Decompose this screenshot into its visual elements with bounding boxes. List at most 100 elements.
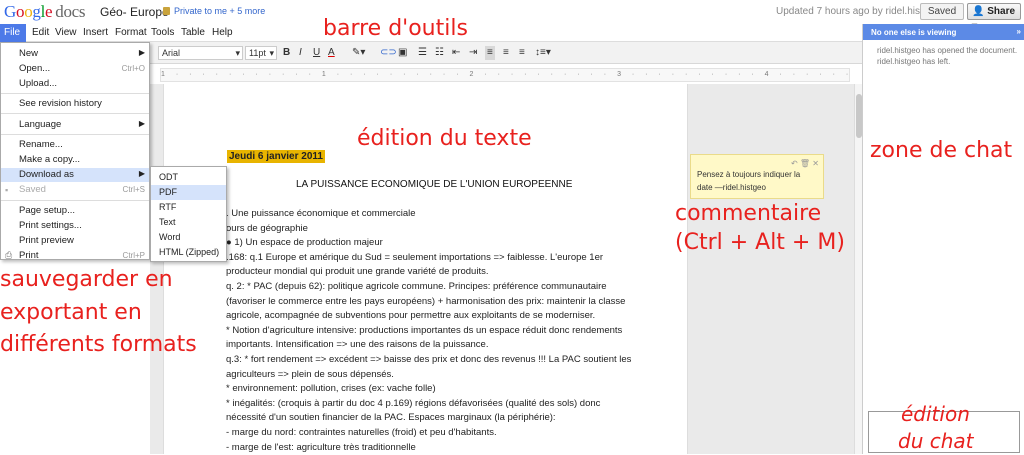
chevron-down-icon: ▾ — [235, 47, 240, 59]
menu-table[interactable]: Table — [181, 27, 205, 38]
doc-line: agricole, acompagnée de subventions pour… — [226, 309, 631, 324]
document-scrollbar[interactable] — [854, 84, 862, 454]
doc-line: ● 1) Un espace de production majeur — [226, 236, 631, 251]
share-button[interactable]: 👤 Share ▾ — [967, 3, 1021, 20]
top-bar: Googledocs Géo- Europe Private to me + 5… — [0, 0, 1024, 24]
menu-tools[interactable]: Tools — [151, 27, 174, 38]
download-pdf[interactable]: PDF — [159, 187, 177, 197]
menu-item-print-preview[interactable]: Print preview — [19, 235, 74, 246]
menu-divider — [1, 93, 149, 94]
highlight-color-icon[interactable]: ✎▾ — [352, 46, 365, 60]
google-docs-logo[interactable]: Googledocs — [4, 2, 85, 22]
doc-line: nécessité d'un soutien financier de la P… — [226, 411, 631, 426]
logo-docs: docs — [55, 2, 85, 21]
submenu-arrow-icon: ▶ — [139, 48, 145, 57]
menu-item-saved: Saved — [19, 184, 46, 195]
document-body[interactable]: . Une puissance économique et commercial… — [226, 207, 631, 455]
date-day: Jeudi — [229, 151, 255, 162]
bulleted-list-icon[interactable]: ☷ — [435, 46, 444, 60]
link-icon[interactable]: ⊂⊃ — [380, 46, 397, 60]
menu-view[interactable]: View — [55, 27, 77, 38]
bold-button[interactable]: B — [283, 46, 290, 60]
align-right-icon[interactable]: ≡ — [519, 46, 525, 60]
font-size-value: 11pt — [249, 48, 266, 58]
menu-item-upload[interactable]: Upload... — [19, 78, 57, 89]
italic-button[interactable]: I — [299, 46, 302, 60]
menu-format[interactable]: Format — [115, 27, 147, 38]
annotation-toolbar: barre d'outils — [323, 18, 468, 40]
trash-icon[interactable]: 🗑 — [800, 159, 810, 168]
privacy-label: Private to me + 5 more — [174, 6, 265, 16]
chat-message: ridel.histgeo has left. — [877, 56, 1017, 67]
ruler-numbers: 1 · · · · · · · · · · · 1 · · · · · · · … — [161, 71, 849, 78]
close-icon[interactable]: ✕ — [812, 159, 819, 168]
reply-icon[interactable]: ↶ — [791, 159, 798, 168]
font-size-select[interactable]: 11pt▾ — [245, 46, 277, 60]
menu-divider — [1, 113, 149, 114]
saved-button[interactable]: Saved — [920, 3, 964, 20]
annotation-chat-edit-1: édition — [901, 404, 970, 424]
annotation-comment-shortcut: (Ctrl + Alt + M) — [675, 232, 845, 254]
menu-item-open[interactable]: Open... — [19, 63, 50, 74]
logo-letter: G — [4, 2, 16, 21]
chat-panel: No one else is viewing» ridel.histgeo ha… — [862, 24, 1024, 454]
download-html-zipped[interactable]: HTML (Zipped) — [159, 247, 219, 257]
menu-item-print[interactable]: Print — [19, 250, 39, 261]
last-updated: Updated 7 hours ago by ridel.histgeo — [776, 6, 939, 17]
chat-message: ridel.histgeo has opened the document. — [877, 45, 1017, 56]
print-shortcut: Ctrl+P — [123, 251, 145, 260]
menu-item-download-as[interactable]: Download as — [19, 169, 74, 180]
align-center-icon[interactable]: ≡ — [503, 46, 509, 60]
download-odt[interactable]: ODT — [159, 172, 178, 182]
doc-line: (favoriser le commerce entre les pays eu… — [226, 295, 631, 310]
download-rtf[interactable]: RTF — [159, 202, 176, 212]
chat-header: No one else is viewing» — [863, 24, 1024, 40]
doc-title[interactable]: Géo- Europe — [100, 5, 169, 19]
users-icon: 👤 — [972, 6, 984, 17]
annotation-save-2: exportant en — [0, 302, 142, 324]
doc-line: . Une puissance économique et commercial… — [226, 207, 631, 222]
collapse-icon[interactable]: » — [1017, 27, 1021, 36]
doc-line: * inégalités: (croquis à partir du doc 4… — [226, 397, 631, 412]
download-word[interactable]: Word — [159, 232, 180, 242]
logo-letter: g — [32, 2, 40, 21]
line-spacing-icon[interactable]: ↕≡▾ — [535, 46, 551, 60]
download-submenu: ODT PDF RTF Text Word HTML (Zipped) — [150, 166, 227, 262]
menu-edit[interactable]: Edit — [32, 27, 49, 38]
comment-text: Pensez à toujours indiquer la date —ride… — [697, 168, 817, 194]
menu-item-rename[interactable]: Rename... — [19, 139, 63, 150]
open-shortcut: Ctrl+O — [122, 64, 145, 73]
font-select[interactable]: Arial▾ — [158, 46, 243, 60]
document-heading: LA PUISSANCE ECONOMIQUE DE L'UNION EUROP… — [296, 179, 572, 190]
menu-insert[interactable]: Insert — [83, 27, 108, 38]
document-date: Jeudi 6 janvier 2011 — [227, 150, 325, 163]
menu-item-print-settings[interactable]: Print settings... — [19, 220, 82, 231]
doc-line: q.3: * fort rendement => excédent => bai… — [226, 353, 631, 368]
text-color-button[interactable]: A — [328, 46, 335, 60]
menu-divider — [1, 200, 149, 201]
menu-item-revision-history[interactable]: See revision history — [19, 98, 102, 109]
doc-line: producteur mondial qui produit une grand… — [226, 265, 631, 280]
ruler[interactable]: 1 · · · · · · · · · · · 1 · · · · · · · … — [160, 68, 850, 82]
decrease-indent-icon[interactable]: ⇤ — [452, 46, 460, 60]
comment-box[interactable]: ↶ 🗑 ✕ Pensez à toujours indiquer la date… — [690, 154, 824, 199]
menu-file[interactable]: File — [0, 24, 26, 42]
privacy-link[interactable]: Private to me + 5 more — [163, 6, 265, 16]
menu-item-new[interactable]: New — [19, 48, 38, 59]
menu-help[interactable]: Help — [212, 27, 233, 38]
align-left-icon[interactable]: ≡ — [485, 46, 495, 60]
numbered-list-icon[interactable]: ☰ — [418, 46, 427, 60]
underline-button[interactable]: U — [313, 46, 320, 60]
annotation-chat-edit-2: du chat — [898, 431, 974, 451]
image-icon[interactable]: ▣ — [398, 46, 407, 60]
download-text[interactable]: Text — [159, 217, 176, 227]
increase-indent-icon[interactable]: ⇥ — [469, 46, 477, 60]
menu-item-page-setup[interactable]: Page setup... — [19, 205, 75, 216]
doc-line: * Notion d'agriculture intensive: produc… — [226, 324, 631, 339]
doc-line: - marge du nord: contraintes naturelles … — [226, 426, 631, 441]
chevron-down-icon: ▾ — [269, 47, 274, 59]
menu-item-language[interactable]: Language — [19, 119, 61, 130]
logo-letter: e — [45, 2, 52, 21]
date-rest: 6 janvier 2011 — [258, 151, 323, 162]
menu-item-make-copy[interactable]: Make a copy... — [19, 154, 80, 165]
